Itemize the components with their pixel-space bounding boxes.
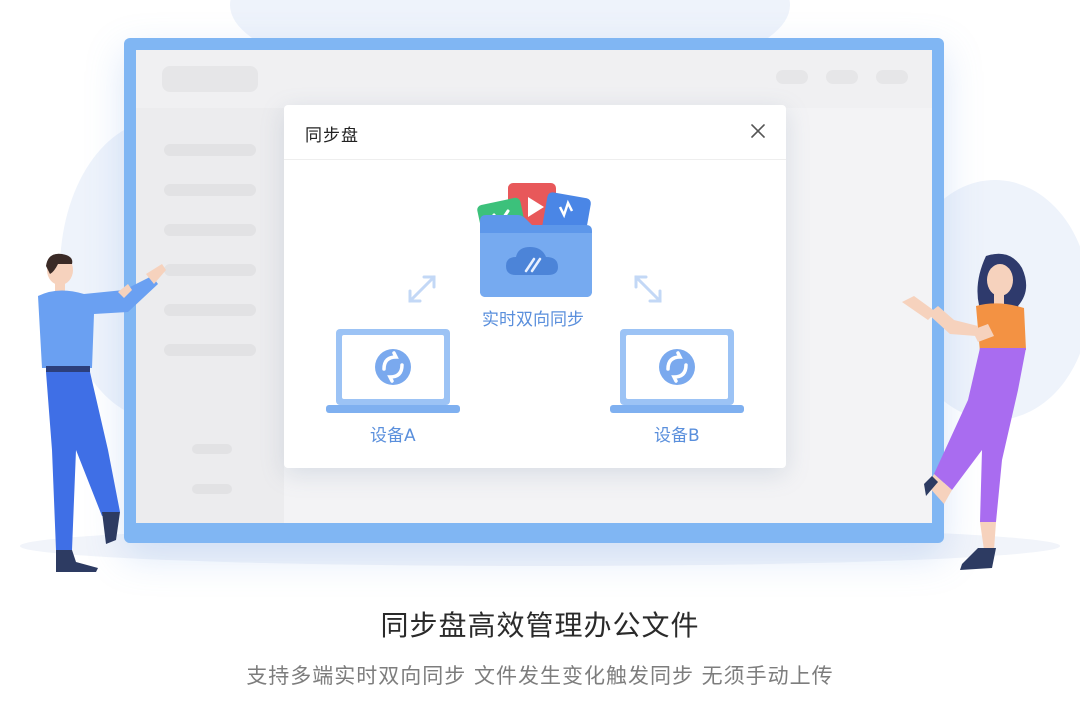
man-illustration xyxy=(38,253,166,572)
toolbar-pill xyxy=(776,70,808,84)
double-arrow-icon xyxy=(408,275,436,303)
cloud-folder-icon xyxy=(477,183,592,297)
caption-subtitle: 支持多端实时双向同步 文件发生变化触发同步 无须手动上传 xyxy=(246,664,834,688)
sync-icon xyxy=(659,349,695,385)
sidebar-placeholder xyxy=(192,484,232,494)
sync-disk-dialog: 同步盘 实时双向同步 设备A 设备B xyxy=(284,105,786,468)
sidebar-placeholder xyxy=(164,144,256,156)
sidebar-placeholder xyxy=(164,264,256,276)
promo-illustration: 同步盘 实时双向同步 设备A 设备B 同步盘高效管理办公文件 支持多端实时双向同… xyxy=(0,0,1080,712)
toolbar-pill xyxy=(876,70,908,84)
sync-label: 实时双向同步 xyxy=(482,310,584,330)
sync-icon xyxy=(375,349,411,385)
device-a-label: 设备A xyxy=(370,426,416,446)
dialog-header: 同步盘 xyxy=(284,105,786,160)
double-arrow-icon xyxy=(634,275,662,303)
dialog-title: 同步盘 xyxy=(305,126,359,146)
app-logo-placeholder xyxy=(162,66,258,92)
woman-illustration xyxy=(902,253,1027,570)
close-icon xyxy=(751,124,765,138)
toolbar-pill xyxy=(826,70,858,84)
sidebar-placeholder xyxy=(164,224,256,236)
sidebar-placeholder xyxy=(164,344,256,356)
laptop-device-a xyxy=(326,329,460,413)
device-b-label: 设备B xyxy=(654,426,700,446)
sidebar-placeholder xyxy=(164,304,256,316)
close-button[interactable] xyxy=(746,119,770,143)
caption-title: 同步盘高效管理办公文件 xyxy=(380,609,700,642)
laptop-device-b xyxy=(610,329,744,413)
sidebar-placeholder xyxy=(192,444,232,454)
sidebar-placeholder xyxy=(164,184,256,196)
